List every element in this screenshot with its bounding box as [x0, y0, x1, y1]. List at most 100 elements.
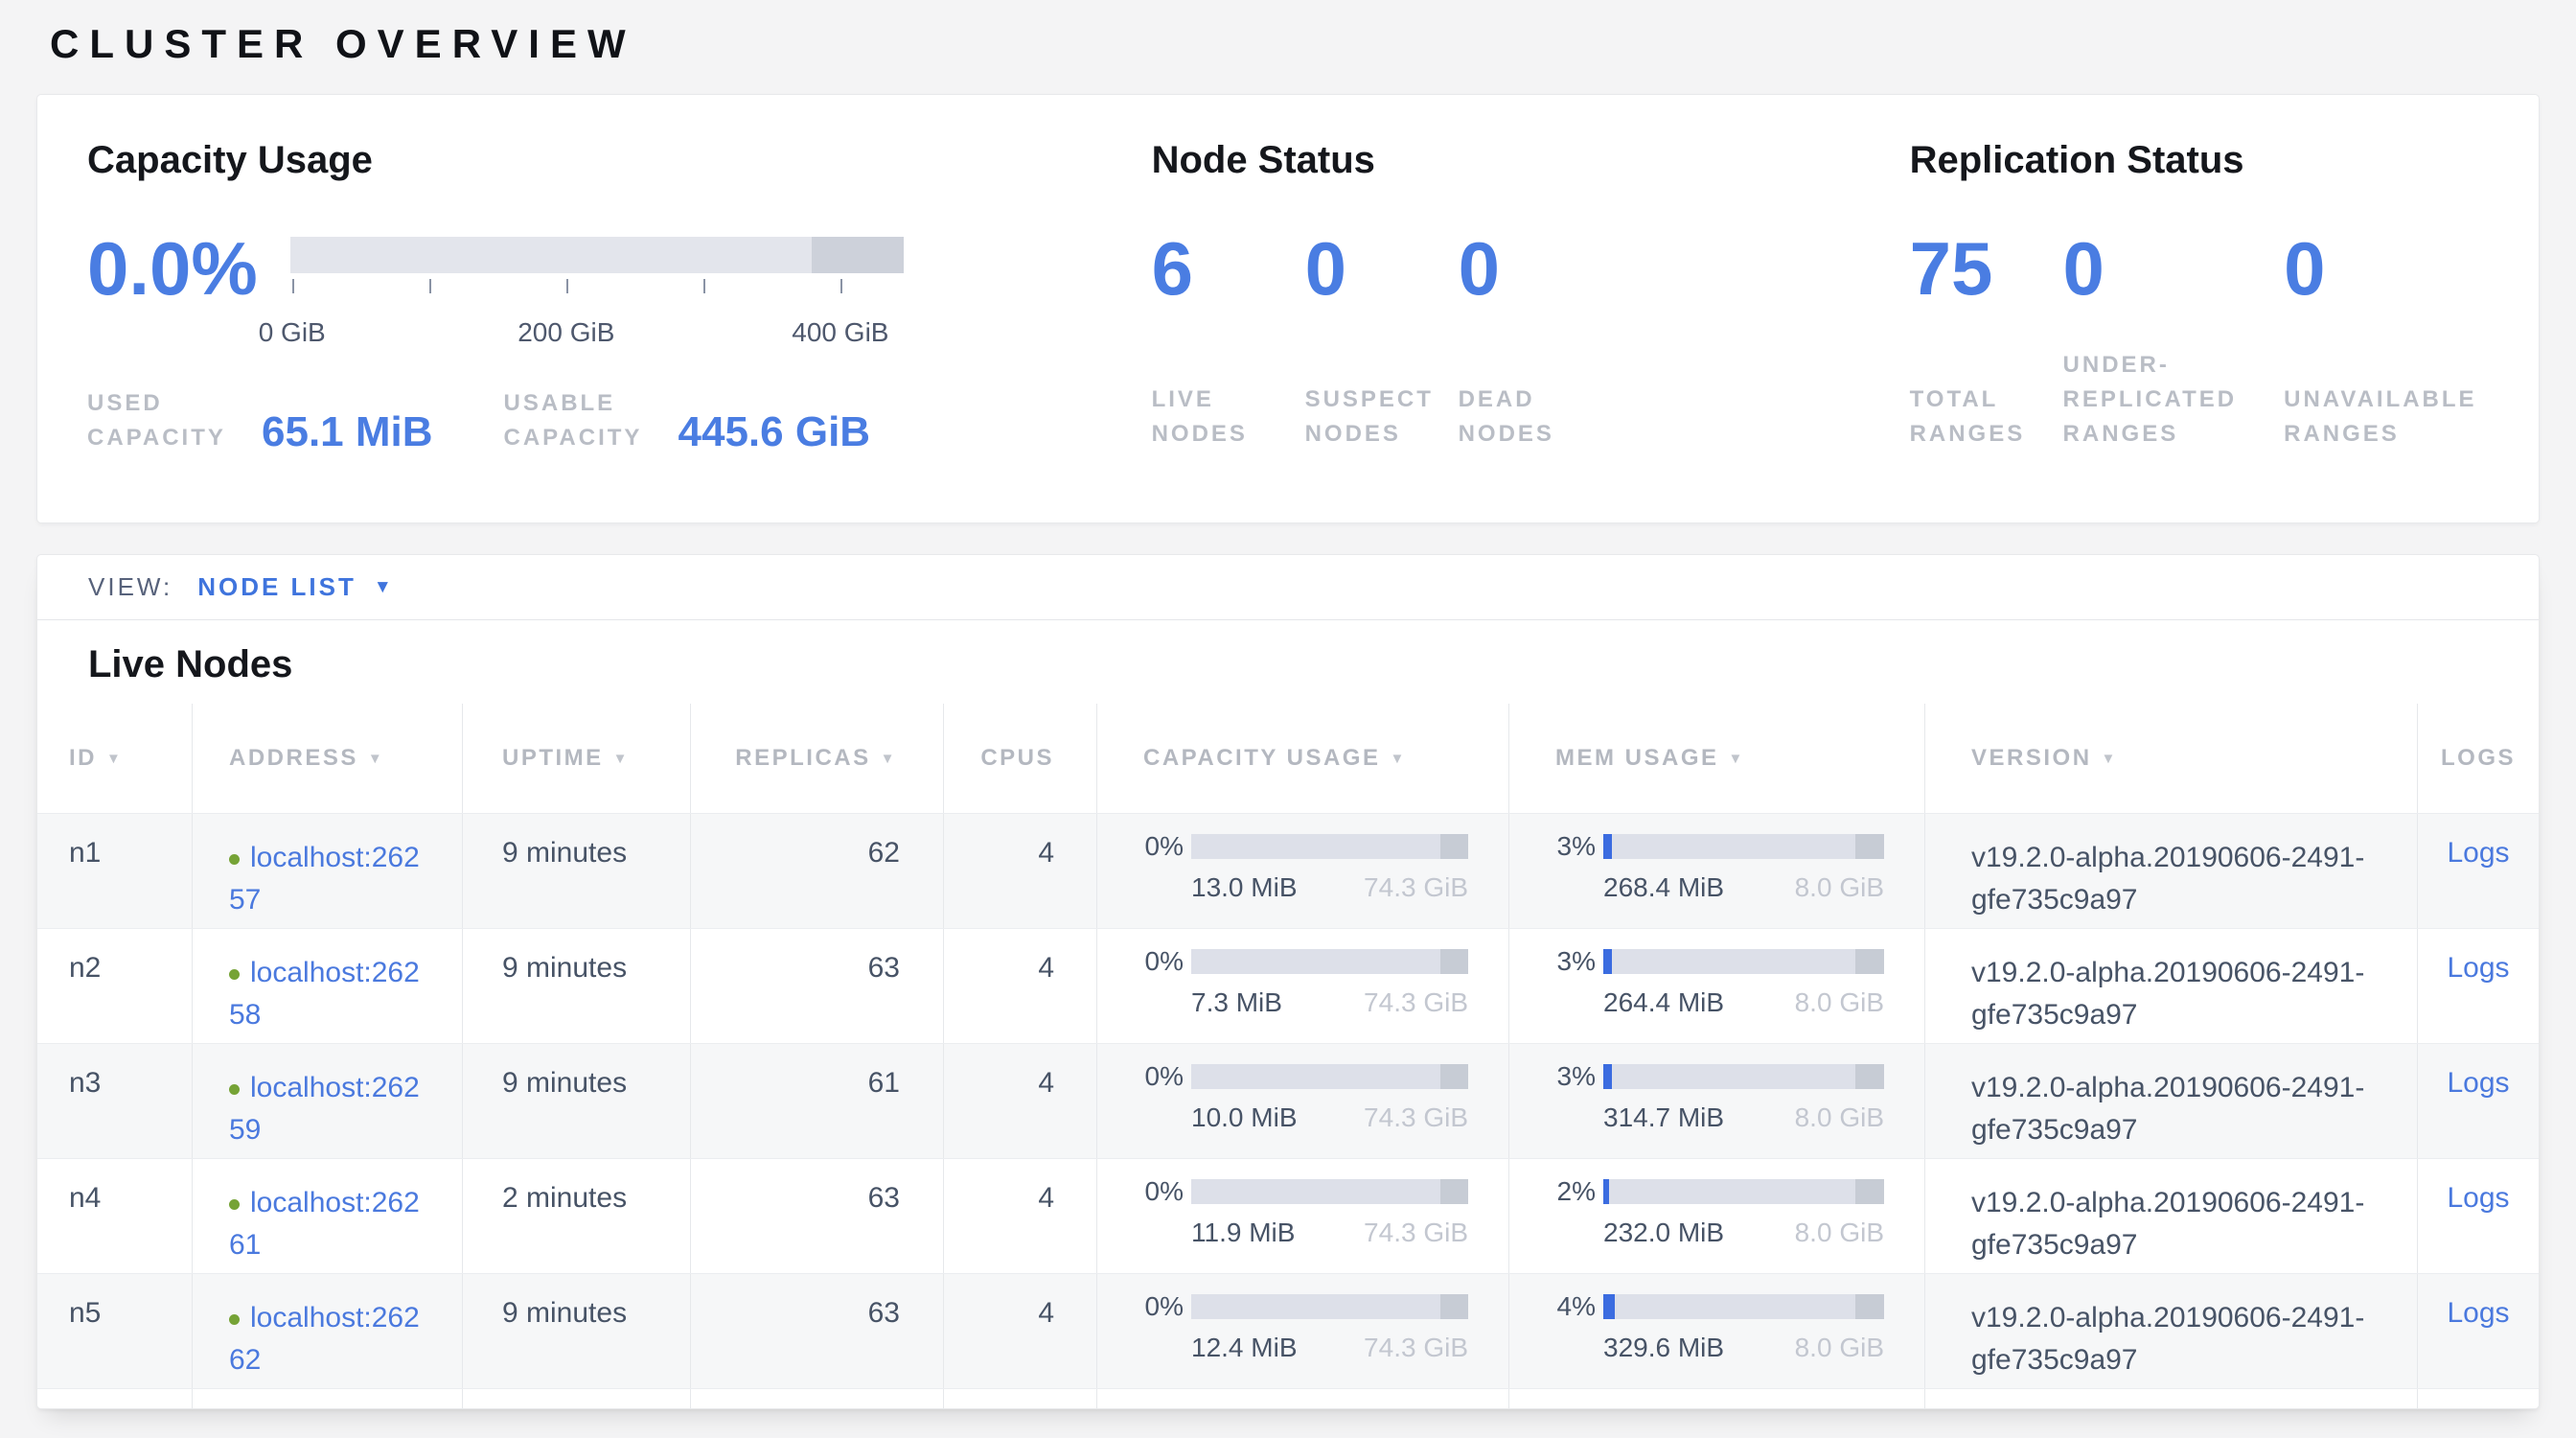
- capacity-used-value: 10.0 MiB: [1191, 1102, 1298, 1133]
- node-logs-cell: Logs: [2417, 814, 2539, 928]
- capacity-bar-reserved-segment: [1440, 1294, 1468, 1319]
- mem-bar-reserved-segment: [1855, 1179, 1884, 1204]
- node-address-link[interactable]: localhost:26259: [229, 1072, 420, 1146]
- total-ranges-count: 75: [1910, 231, 2063, 306]
- column-header-memory[interactable]: MEM USAGE▼: [1508, 704, 1924, 813]
- chevron-down-icon: ▼: [374, 577, 392, 598]
- memory-total-value: 8.0 GiB: [1795, 1333, 1884, 1363]
- mem-bar-fill: [1603, 949, 1612, 974]
- axis-tick-label: 200 GiB: [518, 317, 614, 348]
- capacity-percent: 0%: [1138, 1291, 1184, 1322]
- sort-arrow-icon: ▼: [1729, 751, 1745, 767]
- node-address-cell: localhost:26257: [192, 814, 462, 928]
- column-header-logs: LOGS: [2417, 704, 2539, 813]
- node-status-title: Node Status: [1152, 137, 1910, 183]
- sort-arrow-icon: ▼: [106, 751, 123, 767]
- column-header-label: UPTIME: [502, 745, 604, 772]
- node-version-cell: v19.2.0-alpha.20190606-2491-gfe735c9a97: [1924, 1274, 2417, 1388]
- node-address-link[interactable]: localhost:26262: [229, 1302, 420, 1376]
- capacity-usage-bar: [1191, 1179, 1468, 1204]
- node-live-status-icon: [229, 1199, 240, 1210]
- node-replicas-cell: 61: [690, 1044, 943, 1158]
- node-capacity-usage-cell: 0% 12.4 MiB 74.3 GiB: [1096, 1274, 1508, 1388]
- page-title: CLUSTER OVERVIEW: [36, 13, 2540, 67]
- dead-nodes-count: 0: [1459, 231, 1602, 306]
- node-id-cell: n2: [37, 929, 192, 1043]
- capacity-used-value: 13.0 MiB: [1191, 872, 1298, 903]
- node-cpus-cell: 4: [943, 814, 1096, 928]
- capacity-used-value: 7.3 MiB: [1191, 987, 1282, 1018]
- memory-used-value: 314.7 MiB: [1603, 1102, 1724, 1133]
- capacity-used-value: 12.4 MiB: [1191, 1333, 1298, 1363]
- node-address-cell: localhost:26262: [192, 1274, 462, 1388]
- memory-percent: 3%: [1550, 1061, 1596, 1092]
- node-logs-cell: Logs: [2417, 1159, 2539, 1273]
- node-mem-usage-cell: 3% 268.4 MiB 8.0 GiB: [1508, 814, 1924, 928]
- capacity-usage-bar: [1191, 1064, 1468, 1089]
- table-row: n3 localhost:26259 9 minutes 61 4 0% 10.…: [37, 1043, 2539, 1158]
- node-capacity-usage-cell: 0% 10.0 MiB 74.3 GiB: [1096, 1044, 1508, 1158]
- node-address-link[interactable]: localhost:26257: [229, 842, 420, 916]
- node-uptime-cell: 2 minutes: [462, 1159, 690, 1273]
- node-mem-usage-cell: 3% 264.4 MiB 8.0 GiB: [1508, 929, 1924, 1043]
- node-address-link[interactable]: localhost:26261: [229, 1187, 420, 1261]
- used-capacity-value: 65.1 MiB: [262, 411, 433, 453]
- node-live-status-icon: [229, 854, 240, 865]
- axis-tick-label: 0 GiB: [259, 317, 326, 348]
- node-capacity-usage-cell: 0% 7.3 MiB 74.3 GiB: [1096, 929, 1508, 1043]
- memory-used-value: 232.0 MiB: [1603, 1218, 1724, 1248]
- unavailable-ranges-label: UNAVAILABLE RANGES: [2284, 383, 2500, 452]
- live-nodes-count: 6: [1152, 231, 1305, 306]
- node-list-card: VIEW: NODE LIST ▼ Live Nodes ID▼ADDRESS▼…: [36, 554, 2540, 1409]
- mem-usage-bar: [1603, 834, 1884, 859]
- memory-percent: 2%: [1550, 1176, 1596, 1207]
- column-header-replicas[interactable]: REPLICAS▼: [690, 704, 943, 813]
- node-logs-link[interactable]: Logs: [2447, 1067, 2509, 1099]
- table-row: n2 localhost:26258 9 minutes 63 4 0% 7.3…: [37, 928, 2539, 1043]
- column-header-capacity[interactable]: CAPACITY USAGE▼: [1096, 704, 1508, 813]
- column-header-label: ID: [69, 745, 97, 772]
- view-dropdown[interactable]: NODE LIST ▼: [197, 572, 391, 602]
- mem-usage-bar: [1603, 1294, 1884, 1319]
- column-header-uptime[interactable]: UPTIME ▼: [462, 704, 690, 813]
- node-logs-link[interactable]: Logs: [2447, 1182, 2509, 1214]
- axis-tick-mark: [566, 279, 568, 293]
- column-header-label: ADDRESS: [229, 745, 358, 772]
- total-ranges-metric: 75 TOTAL RANGES: [1910, 231, 2063, 452]
- cluster-overview-page: CLUSTER OVERVIEW Capacity Usage 0.0% 0 G…: [0, 0, 2576, 1438]
- node-version-cell: v19.2.0-alpha.20190606-2491-gfe735c9a97: [1924, 814, 2417, 928]
- node-mem-usage-cell: 2% 232.0 MiB 8.0 GiB: [1508, 1159, 1924, 1273]
- column-header-label: REPLICAS: [735, 745, 870, 772]
- node-address-link[interactable]: localhost:26258: [229, 957, 420, 1031]
- suspect-nodes-label: SUSPECT NODES: [1305, 383, 1449, 452]
- column-header-version[interactable]: VERSION▼: [1924, 704, 2417, 813]
- node-mem-usage-cell: 4% 329.6 MiB 8.0 GiB: [1508, 1274, 1924, 1388]
- axis-tick-mark: [292, 279, 294, 293]
- total-ranges-label: TOTAL RANGES: [1910, 383, 2063, 452]
- node-logs-link[interactable]: Logs: [2447, 837, 2509, 869]
- node-cpus-cell: 4: [943, 929, 1096, 1043]
- mem-bar-fill: [1603, 1064, 1612, 1089]
- node-logs-cell: Logs: [2417, 929, 2539, 1043]
- column-header-address[interactable]: ADDRESS▼: [192, 704, 462, 813]
- node-logs-link[interactable]: Logs: [2447, 952, 2509, 984]
- memory-total-value: 8.0 GiB: [1795, 1218, 1884, 1248]
- mem-bar-reserved-segment: [1855, 1064, 1884, 1089]
- usable-capacity-value: 445.6 GiB: [678, 411, 871, 453]
- capacity-total-value: 74.3 GiB: [1364, 1333, 1468, 1363]
- memory-used-value: 329.6 MiB: [1603, 1333, 1724, 1363]
- capacity-percent: 0%: [1138, 831, 1184, 862]
- memory-percent: 4%: [1550, 1291, 1596, 1322]
- axis-tick-mark: [840, 279, 842, 293]
- capacity-bar-reserved-segment: [1440, 834, 1468, 859]
- capacity-usage-title: Capacity Usage: [87, 137, 1152, 183]
- capacity-usage-bar: [1191, 949, 1468, 974]
- unavailable-ranges-metric: 0 UNAVAILABLE RANGES: [2284, 231, 2500, 452]
- capacity-bar-reserved-segment: [812, 237, 904, 273]
- node-logs-link[interactable]: Logs: [2447, 1297, 2509, 1329]
- column-header-id[interactable]: ID ▼: [37, 704, 192, 813]
- node-uptime-cell: 9 minutes: [462, 1274, 690, 1388]
- sort-arrow-icon: ▼: [613, 751, 630, 767]
- capacity-used-percent: 0.0%: [87, 231, 258, 306]
- memory-total-value: 8.0 GiB: [1795, 1102, 1884, 1133]
